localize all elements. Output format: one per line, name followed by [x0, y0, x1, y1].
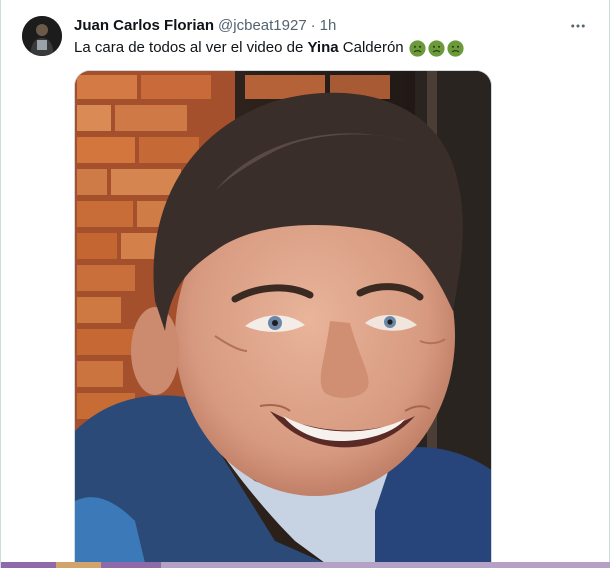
tweet-text-part: Calderón — [338, 39, 404, 56]
tweet-text-part: La cara de todos al ver el video de — [74, 39, 308, 56]
bottom-bar-segment — [161, 562, 610, 568]
tweet-frame: Juan Carlos Florian @jcbeat1927 · 1h La … — [0, 0, 610, 568]
bottom-bar-segment — [1, 562, 56, 568]
more-horizontal-icon — [571, 24, 585, 28]
tweet-timestamp[interactable]: 1h — [320, 16, 337, 36]
display-name[interactable]: Juan Carlos Florian — [74, 16, 214, 36]
tweet-card[interactable]: Juan Carlos Florian @jcbeat1927 · 1h La … — [1, 0, 610, 562]
avatar-image — [22, 16, 62, 56]
tweet-text: La cara de todos al ver el video de Yina… — [74, 38, 464, 58]
nauseated-face-emoji — [428, 39, 445, 57]
more-options-button[interactable] — [567, 16, 589, 36]
photo-of-smiling-man — [75, 71, 491, 562]
avatar[interactable] — [22, 16, 62, 56]
bottom-bar-segment — [101, 562, 161, 568]
bottom-bar-segment — [56, 562, 101, 568]
user-handle[interactable]: @jcbeat1927 — [218, 16, 307, 36]
nauseated-face-emoji — [409, 39, 426, 57]
tweet-text-bold: Yina — [307, 39, 339, 56]
bottom-color-bar — [1, 562, 610, 568]
tweet-media-photo[interactable] — [74, 70, 492, 562]
tweet-header: Juan Carlos Florian @jcbeat1927 · 1h — [74, 16, 336, 36]
nauseated-face-emoji — [447, 39, 464, 57]
separator-dot: · — [310, 17, 316, 34]
